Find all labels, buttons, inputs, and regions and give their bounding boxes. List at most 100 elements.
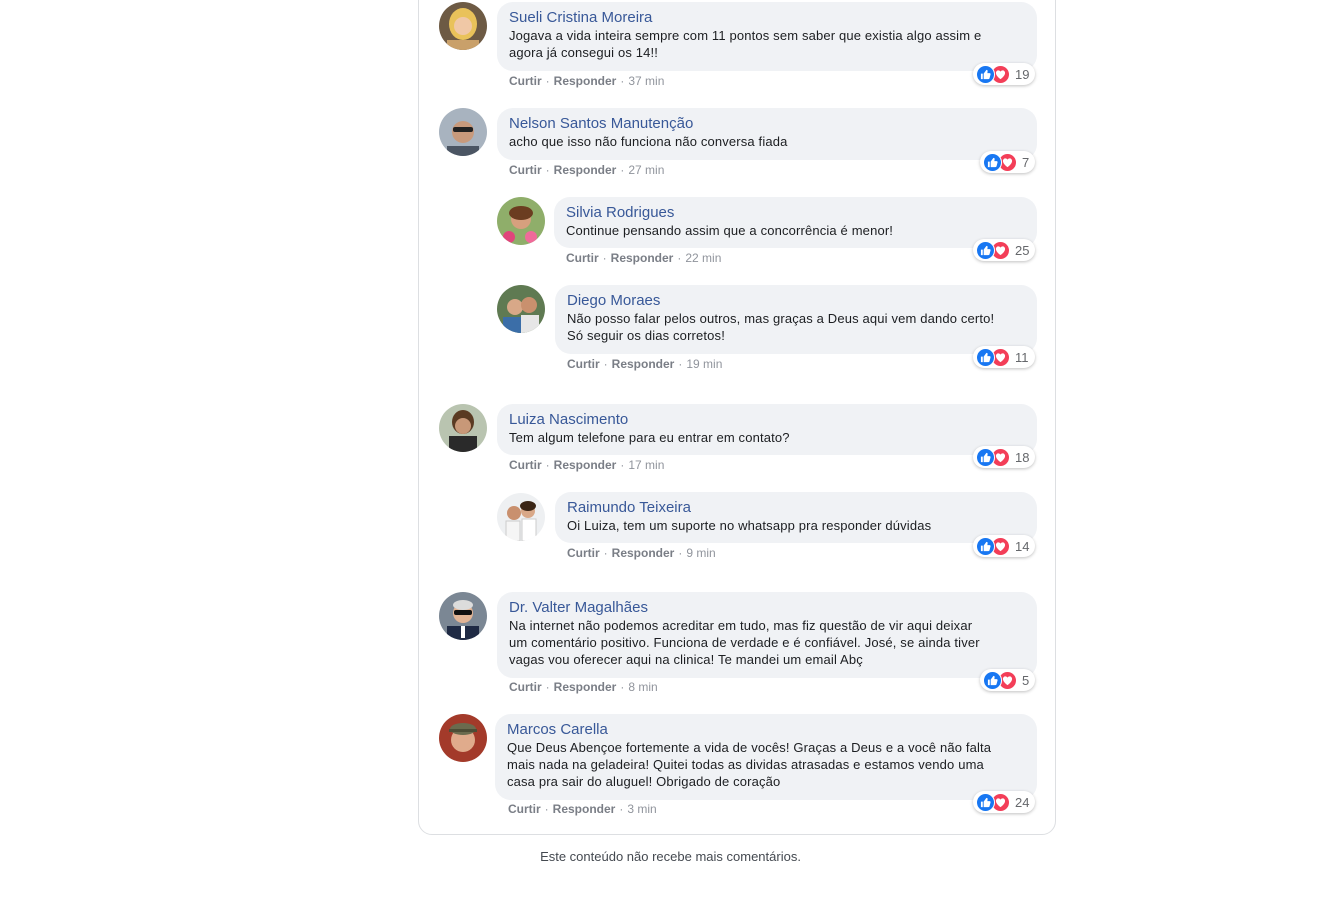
like-icon xyxy=(983,152,1002,172)
reply-button[interactable]: Responder xyxy=(554,458,617,472)
comment-bubble: Diego Moraes Não posso falar pelos outro… xyxy=(555,285,1037,354)
reply-button[interactable]: Responder xyxy=(554,74,617,88)
reaction-count: 11 xyxy=(1015,349,1029,365)
reply-button[interactable]: Responder xyxy=(553,802,616,816)
commenter-name[interactable]: Diego Moraes xyxy=(567,292,1025,310)
comment-bubble: Luiza Nascimento Tem algum telefone para… xyxy=(497,404,1037,455)
comment-actions: Curtir · Responder · 3 min xyxy=(508,801,657,817)
reaction-count: 5 xyxy=(1022,672,1030,688)
separator: · xyxy=(603,357,608,371)
like-icon xyxy=(976,792,995,812)
reply-button[interactable]: Responder xyxy=(612,357,675,371)
comment-bubble: Marcos Carella Que Deus Abençoe fortemen… xyxy=(495,714,1037,800)
commenter-name[interactable]: Marcos Carella xyxy=(507,721,1025,739)
reaction-count: 18 xyxy=(1015,449,1030,465)
avatar[interactable] xyxy=(439,404,487,452)
comment-bubble: Silvia Rodrigues Continue pensando assim… xyxy=(554,197,1037,248)
comment-time[interactable]: 17 min xyxy=(628,458,664,472)
reactions-summary[interactable]: 7 xyxy=(980,151,1036,173)
avatar[interactable] xyxy=(497,493,545,541)
commenter-name[interactable]: Raimundo Teixeira xyxy=(567,499,1025,517)
comment-time[interactable]: 3 min xyxy=(627,802,656,816)
comment-actions: Curtir · Responder · 19 min xyxy=(567,356,722,372)
comment-text: Não posso falar pelos outros, mas graças… xyxy=(567,311,995,343)
reactions-summary[interactable]: 24 xyxy=(973,791,1036,813)
separator: · xyxy=(619,802,624,816)
like-button[interactable]: Curtir xyxy=(509,74,542,88)
reaction-count: 24 xyxy=(1015,794,1030,810)
comment-time[interactable]: 19 min xyxy=(686,357,722,371)
like-button[interactable]: Curtir xyxy=(567,357,600,371)
reactions-summary[interactable]: 11 xyxy=(973,346,1035,368)
reactions-summary[interactable]: 5 xyxy=(980,669,1036,691)
reaction-count: 25 xyxy=(1015,242,1030,258)
separator: · xyxy=(603,546,608,560)
comment-time[interactable]: 9 min xyxy=(686,546,715,560)
commenter-name[interactable]: Sueli Cristina Moreira xyxy=(509,9,1025,27)
commenter-name[interactable]: Dr. Valter Magalhães xyxy=(509,599,1025,617)
separator: · xyxy=(620,163,625,177)
like-icon xyxy=(976,240,995,260)
separator: · xyxy=(545,458,550,472)
comment-time[interactable]: 22 min xyxy=(685,251,721,265)
separator: · xyxy=(620,74,625,88)
comment-text: Continue pensando assim que a concorrênc… xyxy=(566,223,894,238)
comment-actions: Curtir · Responder · 22 min xyxy=(566,250,721,266)
separator: · xyxy=(544,802,549,816)
comment-text: Na internet não podemos acreditar em tud… xyxy=(509,618,980,667)
reaction-count: 19 xyxy=(1015,66,1030,82)
comment-actions: Curtir · Responder · 9 min xyxy=(567,545,716,561)
comment-bubble: Nelson Santos Manutenção acho que isso n… xyxy=(497,108,1037,160)
separator: · xyxy=(678,357,683,371)
comment-text: Oi Luiza, tem um suporte no whatsapp pra… xyxy=(567,518,932,533)
avatar[interactable] xyxy=(439,592,487,640)
comment-time[interactable]: 8 min xyxy=(628,680,657,694)
comment-actions: Curtir · Responder · 8 min xyxy=(509,679,658,695)
like-button[interactable]: Curtir xyxy=(567,546,600,560)
comment-time[interactable]: 27 min xyxy=(628,163,664,177)
reactions-summary[interactable]: 19 xyxy=(973,63,1036,85)
reactions-summary[interactable]: 14 xyxy=(973,535,1036,557)
avatar[interactable] xyxy=(439,2,487,50)
like-button[interactable]: Curtir xyxy=(509,458,542,472)
comment-text: acho que isso não funciona não conversa … xyxy=(509,134,788,149)
like-button[interactable]: Curtir xyxy=(509,680,542,694)
like-icon xyxy=(983,670,1002,690)
comment-bubble: Sueli Cristina Moreira Jogava a vida int… xyxy=(497,2,1037,71)
avatar[interactable] xyxy=(439,108,487,156)
comment-actions: Curtir · Responder · 17 min xyxy=(509,457,664,473)
separator: · xyxy=(545,680,550,694)
commenter-name[interactable]: Luiza Nascimento xyxy=(509,411,1025,429)
reply-button[interactable]: Responder xyxy=(554,680,617,694)
avatar[interactable] xyxy=(497,197,545,245)
reply-button[interactable]: Responder xyxy=(612,546,675,560)
separator: · xyxy=(678,546,683,560)
separator: · xyxy=(677,251,682,265)
reply-button[interactable]: Responder xyxy=(611,251,674,265)
reactions-summary[interactable]: 18 xyxy=(973,446,1036,468)
avatar[interactable] xyxy=(497,285,545,333)
like-button[interactable]: Curtir xyxy=(566,251,599,265)
like-icon xyxy=(976,347,995,367)
comment-bubble: Dr. Valter Magalhães Na internet não pod… xyxy=(497,592,1037,678)
comment-text: Tem algum telefone para eu entrar em con… xyxy=(509,430,790,445)
commenter-name[interactable]: Silvia Rodrigues xyxy=(566,204,1025,222)
reaction-count: 14 xyxy=(1015,538,1030,554)
separator: · xyxy=(545,74,550,88)
reply-button[interactable]: Responder xyxy=(554,163,617,177)
comment-actions: Curtir · Responder · 37 min xyxy=(509,73,664,89)
commenter-name[interactable]: Nelson Santos Manutenção xyxy=(509,115,1025,133)
comment-bubble: Raimundo Teixeira Oi Luiza, tem um supor… xyxy=(555,492,1037,543)
comment-actions: Curtir · Responder · 27 min xyxy=(509,162,664,178)
separator: · xyxy=(545,163,550,177)
like-button[interactable]: Curtir xyxy=(508,802,541,816)
reaction-count: 7 xyxy=(1022,154,1030,170)
separator: · xyxy=(602,251,607,265)
like-icon xyxy=(976,536,995,556)
separator: · xyxy=(620,458,625,472)
like-button[interactable]: Curtir xyxy=(509,163,542,177)
comment-text: Jogava a vida inteira sempre com 11 pont… xyxy=(509,28,982,60)
comment-time[interactable]: 37 min xyxy=(628,74,664,88)
reactions-summary[interactable]: 25 xyxy=(973,239,1036,261)
avatar[interactable] xyxy=(439,714,487,762)
